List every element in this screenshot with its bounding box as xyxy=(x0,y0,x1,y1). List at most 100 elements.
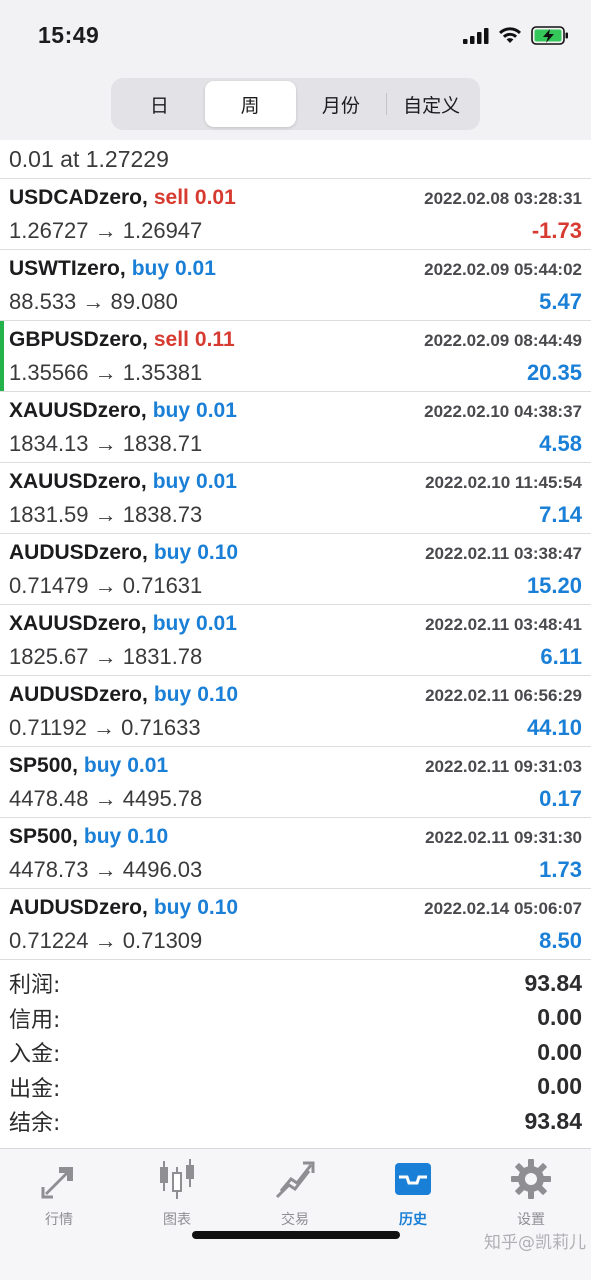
tab-quotes[interactable]: 行情 xyxy=(0,1157,118,1237)
trade-row[interactable]: SP500, buy 0.10 2022.02.11 09:31:30 4478.73 … xyxy=(0,818,591,889)
trade-direction: buy xyxy=(83,825,122,848)
trade-history-list[interactable]: 0.01 at 1.27229 USDCADzero, sell 0.01 2022.… xyxy=(0,140,591,1148)
gear-icon xyxy=(511,1159,551,1199)
tab-history[interactable]: 历史 xyxy=(354,1157,472,1237)
trade-direction: buy xyxy=(83,754,122,777)
tab-settings[interactable]: 设置 xyxy=(472,1157,590,1237)
summary-label: 出金: xyxy=(9,1076,61,1102)
trade-separator: , xyxy=(140,612,147,635)
trade-separator: , xyxy=(142,541,148,564)
partial-trade-row[interactable]: 0.01 at 1.27229 xyxy=(0,140,591,179)
tab-settings-label: 设置 xyxy=(517,1212,545,1228)
summary-value: 0.00 xyxy=(537,1073,582,1100)
tab-trade[interactable]: 交易 xyxy=(236,1157,354,1237)
account-summary: 利润: 93.84 信用: 0.00 入金: 0.00 出金: 0.00 结余: 93.84 xyxy=(0,960,591,1139)
trade-symbol: GBPUSDzero xyxy=(9,328,143,351)
summary-label: 结余: xyxy=(9,1111,61,1137)
trade-profit: 4.58 xyxy=(539,431,582,456)
trade-direction: buy xyxy=(153,896,192,919)
trade-time: 2022.02.08 03:28:31 xyxy=(424,189,582,208)
trade-volume: 0.10 xyxy=(197,896,239,919)
trade-symbol: SP500 xyxy=(9,754,73,777)
home-indicator[interactable] xyxy=(192,1231,400,1239)
summary-row: 信用: 0.00 xyxy=(0,1001,591,1036)
summary-row: 入金: 0.00 xyxy=(0,1035,591,1070)
trade-prices: 1834.13 → 1838.71 xyxy=(9,431,203,456)
trade-row[interactable]: XAUUSDzero, buy 0.01 2022.02.10 11:45:54 183… xyxy=(0,463,591,534)
summary-value: 0.00 xyxy=(537,1004,582,1031)
partial-row-text: 0.01 at 1.27229 xyxy=(9,145,169,172)
summary-value: 93.84 xyxy=(524,969,582,996)
trade-row[interactable]: SP500, buy 0.01 2022.02.11 09:31:03 4478.48 … xyxy=(0,747,591,818)
trade-volume: 0.01 xyxy=(196,612,237,635)
trade-prices: 0.71224 → 0.71309 xyxy=(9,928,203,953)
tab-chart[interactable]: 图表 xyxy=(118,1157,236,1237)
cellular-signal-icon xyxy=(463,28,489,44)
segment-week[interactable]: 周 xyxy=(204,81,296,127)
trade-volume: 0.01 xyxy=(127,754,169,777)
trade-symbol: AUDUSDzero xyxy=(9,896,143,919)
trade-volume: 0.01 xyxy=(175,257,216,280)
trade-time: 2022.02.10 04:38:37 xyxy=(424,402,582,421)
quotes-arrows-icon xyxy=(41,1167,73,1199)
history-inbox-icon xyxy=(395,1163,431,1195)
trade-symbol: XAUUSDzero xyxy=(9,399,141,422)
trade-separator: , xyxy=(72,754,78,777)
tab-trade-label: 交易 xyxy=(281,1212,309,1228)
candlestick-chart-icon xyxy=(160,1159,194,1199)
trade-separator: , xyxy=(119,257,126,280)
trade-time: 2022.02.11 09:31:30 xyxy=(425,828,582,847)
segment-day[interactable]: 日 xyxy=(114,81,205,127)
trade-row[interactable]: AUDUSDzero, buy 0.10 2022.02.14 05:06:07 0.7… xyxy=(0,889,591,960)
segment-custom[interactable]: 自定义 xyxy=(386,81,477,127)
trade-separator: , xyxy=(142,328,148,351)
trade-prices: 1831.59 → 1838.73 xyxy=(9,502,203,527)
trade-prices: 88.533 → 89.080 xyxy=(9,289,178,314)
watermark: 知乎@凯莉儿 xyxy=(484,1233,586,1253)
trade-profit: 15.20 xyxy=(526,573,582,598)
trade-row[interactable]: USDCADzero, sell 0.01 2022.02.08 03:28:31 1.… xyxy=(0,179,591,250)
summary-label: 入金: xyxy=(9,1042,61,1068)
trade-volume: 0.11 xyxy=(194,328,235,351)
trade-time: 2022.02.11 06:56:29 xyxy=(425,686,582,705)
segment-week-label: 周 xyxy=(240,94,260,117)
trade-direction: sell xyxy=(153,186,189,209)
trade-profit: 6.11 xyxy=(540,644,582,669)
wifi-icon xyxy=(499,27,521,43)
trade-volume: 0.01 xyxy=(194,186,236,209)
trade-direction: buy xyxy=(152,612,191,635)
trade-row[interactable]: AUDUSDzero, buy 0.10 2022.02.11 06:56:29 0.7… xyxy=(0,676,591,747)
trade-profit: 0.17 xyxy=(539,786,582,811)
trade-prices: 1825.67 → 1831.78 xyxy=(9,644,203,669)
trade-row[interactable]: USWTIzero, buy 0.01 2022.02.09 05:44:02 88.5… xyxy=(0,250,591,321)
trade-profit: 7.14 xyxy=(539,502,582,527)
trade-symbol: USDCADzero xyxy=(9,186,143,209)
trade-row[interactable]: GBPUSDzero, sell 0.11 2022.02.09 08:44:49 1.… xyxy=(0,321,591,392)
trade-volume: 0.01 xyxy=(196,470,237,493)
trade-row[interactable]: XAUUSDzero, buy 0.01 2022.02.11 03:48:41 182… xyxy=(0,605,591,676)
tab-quotes-label: 行情 xyxy=(45,1212,73,1228)
trade-direction: buy xyxy=(152,470,191,493)
trade-volume: 0.01 xyxy=(196,399,237,422)
trade-prices: 1.35566 → 1.35381 xyxy=(9,360,203,385)
trade-prices: 0.71479 → 0.71631 xyxy=(9,573,203,598)
trade-time: 2022.02.14 05:06:07 xyxy=(424,899,582,918)
trade-row[interactable]: AUDUSDzero, buy 0.10 2022.02.11 03:38:47 0.7… xyxy=(0,534,591,605)
trade-profit: 44.10 xyxy=(526,715,582,740)
trade-direction: buy xyxy=(131,257,170,280)
period-segmented-control: 日 周 月份 自定义 xyxy=(111,78,480,130)
trade-volume: 0.10 xyxy=(197,541,239,564)
segment-month[interactable]: 月份 xyxy=(296,81,388,127)
tab-chart-label: 图表 xyxy=(163,1212,191,1228)
trade-time: 2022.02.10 11:45:54 xyxy=(425,473,582,492)
trade-symbol: XAUUSDzero xyxy=(9,612,141,635)
trade-separator: , xyxy=(140,399,147,422)
trade-prices: 0.71192 → 0.71633 xyxy=(9,715,201,740)
trade-direction: buy xyxy=(152,399,191,422)
trade-row[interactable]: XAUUSDzero, buy 0.01 2022.02.10 04:38:37 183… xyxy=(0,392,591,463)
trade-direction: buy xyxy=(153,683,192,706)
trade-symbol: SP500 xyxy=(9,825,73,848)
trade-symbol: AUDUSDzero xyxy=(9,541,143,564)
trade-prices: 1.26727 → 1.26947 xyxy=(9,218,203,243)
trade-symbol: USWTIzero xyxy=(9,257,120,280)
